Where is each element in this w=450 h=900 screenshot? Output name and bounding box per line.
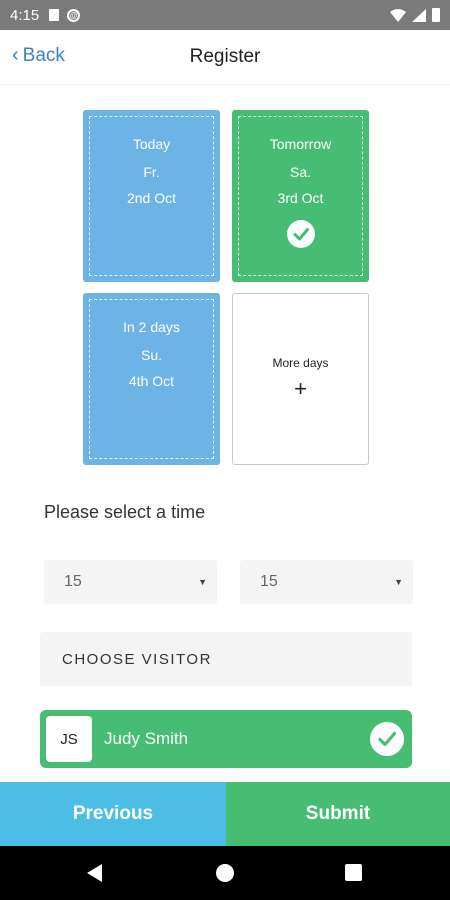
day-label: Tomorrow (269, 136, 332, 152)
day-date: 3rd Oct (277, 190, 324, 206)
more-days-button[interactable]: More days + (232, 293, 369, 465)
submit-label: Submit (305, 803, 371, 824)
day-tile-today[interactable]: Today Fr. 2nd Oct (83, 110, 220, 282)
nav-home-icon[interactable] (216, 864, 234, 882)
previous-label: Previous (72, 803, 154, 824)
status-icons (390, 8, 440, 22)
app-header: ‹ Back Register (0, 30, 450, 85)
day-weekday: Fr. (143, 164, 160, 180)
day-date: 4th Oct (128, 373, 175, 389)
nav-back-icon[interactable] (87, 864, 102, 882)
tile-dashed-border: Tomorrow Sa. 3rd Oct (238, 116, 363, 276)
previous-button[interactable]: Previous (0, 782, 226, 846)
dropdown-caret-icon: ▼ (198, 577, 207, 587)
chevron-left-icon: ‹ (12, 44, 19, 66)
tile-dashed-border: Today Fr. 2nd Oct (89, 116, 214, 276)
battery-icon (432, 8, 440, 22)
day-weekday: Sa. (289, 164, 311, 180)
more-days-label: More days (272, 356, 329, 370)
day-weekday: Su. (140, 347, 162, 363)
selected-check-icon (286, 220, 315, 248)
back-button[interactable]: ‹ Back (12, 44, 65, 67)
nav-recents-icon[interactable] (345, 864, 362, 881)
day-label: In 2 days (123, 319, 180, 335)
status-bar: 4:15 @ (0, 0, 450, 30)
submit-button[interactable]: Submit (226, 782, 450, 846)
hour-value: 15 (64, 573, 82, 590)
visitor-check-icon (370, 722, 404, 756)
day-tile-tomorrow[interactable]: Tomorrow Sa. 3rd Oct (232, 110, 369, 282)
day-date: 2nd Oct (126, 190, 177, 206)
tile-dashed-border: In 2 days Su. 4th Oct (89, 299, 214, 459)
sd-card-icon (49, 9, 60, 21)
time-prompt: Please select a time (44, 502, 206, 522)
visitor-card[interactable]: JS Judy Smith (40, 710, 412, 768)
status-time: 4:15 (10, 6, 40, 24)
wifi-icon (390, 8, 406, 22)
signal-icon (412, 8, 426, 22)
day-label: Today (132, 136, 171, 152)
avatar: JS (46, 716, 92, 762)
dropdown-caret-icon: ▼ (394, 577, 403, 587)
minute-select[interactable]: 15 ▼ (240, 560, 413, 604)
system-nav-bar (0, 846, 450, 900)
page-title: Register (189, 46, 261, 67)
visitor-name: Judy Smith (104, 729, 189, 748)
sync-icon: @ (67, 8, 81, 22)
day-tile-in-2-days[interactable]: In 2 days Su. 4th Oct (83, 293, 220, 465)
minute-value: 15 (260, 573, 278, 590)
choose-visitor-button[interactable]: CHOOSE VISITOR (40, 632, 412, 686)
hour-select[interactable]: 15 ▼ (44, 560, 217, 604)
choose-visitor-label: CHOOSE VISITOR (62, 650, 212, 668)
plus-icon: + (294, 376, 307, 401)
back-label: Back (22, 44, 65, 66)
